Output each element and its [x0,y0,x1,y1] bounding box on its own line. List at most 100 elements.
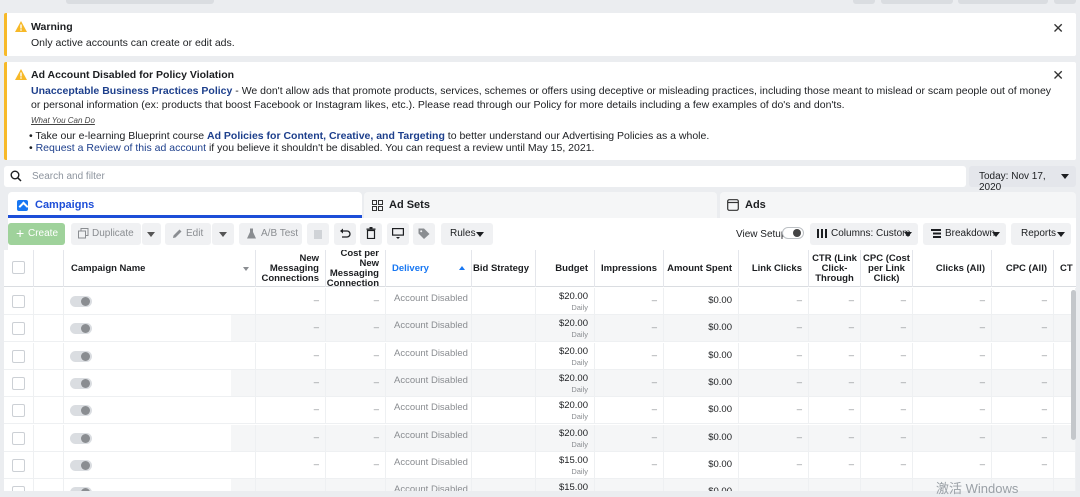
campaign-name-cell[interactable] [64,451,256,479]
row-checkbox[interactable] [12,431,25,445]
column-header-cost-new-messaging[interactable]: Cost per New Messaging Connection [326,250,386,289]
column-header-label: Cost per New Messaging Connection [326,250,379,289]
column-header-campaign-name[interactable]: Campaign Name [64,250,256,287]
metric-cell: – [861,479,913,491]
campaign-icon [17,200,28,211]
column-header-cpc-link[interactable]: CPC (Cost per Link Click) [861,250,913,287]
row-checkbox[interactable] [12,349,25,363]
view-setup-toggle[interactable] [782,227,804,239]
campaign-name-cell[interactable] [64,369,256,397]
edit-button[interactable]: Edit [165,223,211,245]
reports-button[interactable]: Reports [1011,223,1071,245]
amount-spent-cell: $0.00 [664,342,739,370]
column-header-delivery[interactable]: Delivery [386,250,472,287]
metric-cell: – [256,288,326,315]
row-checkbox[interactable] [12,404,25,418]
empty-value: – [373,458,379,470]
campaign-name-cell[interactable] [64,479,256,491]
vertical-scrollbar[interactable] [1071,290,1076,440]
duplicate-dropdown[interactable] [142,223,161,245]
trash-button[interactable] [360,223,382,245]
metric-cell: – [739,315,809,343]
edit-dropdown[interactable] [212,223,234,245]
budget-cell[interactable]: $20.00 Daily [536,315,595,343]
campaign-name-cell[interactable] [64,397,256,425]
table-row[interactable]: – – – – – – – – Account Disabled $20.00 Daily $0.00 [4,369,1076,397]
campaign-name-cell[interactable] [64,315,256,343]
top-tab-fragment[interactable] [66,0,214,4]
table-row[interactable]: – – – – – – – – Account Disabled $20.00 Daily $0.00 [4,315,1076,343]
ab-test-button[interactable]: A/B Test [239,223,302,245]
column-header-bid-strategy[interactable]: Bid Strategy [472,250,536,287]
column-header-ctr[interactable]: CTR (Link Click-Through [809,250,861,287]
campaign-name-cell[interactable] [64,424,256,452]
duplicate-button[interactable]: Duplicate [71,223,141,245]
close-icon[interactable]: ✕ [1052,21,1064,35]
close-icon[interactable]: ✕ [1052,68,1064,82]
table-row[interactable]: ––––––––Account Disabled$15.00Daily$0.00 [4,451,1076,479]
column-header-new-messaging[interactable]: New Messaging Connections [256,250,326,287]
campaign-name-cell[interactable] [64,288,256,315]
amount-spent-value: $0.00 [708,376,732,388]
empty-value: – [900,404,906,416]
row-checkbox[interactable] [12,295,25,308]
table-row[interactable]: – – – – – – – – Account Disabled $20.00 Daily $0.00 [4,397,1076,425]
metric-cell: – [595,315,664,343]
request-review-link[interactable]: Request a Review of this ad account [36,142,206,154]
date-range-button[interactable]: Today: Nov 17, 2020 [969,166,1076,193]
top-button-fragment[interactable] [1054,0,1076,4]
rules-button[interactable]: Rules [441,223,493,245]
column-header-budget[interactable]: Budget [536,250,595,287]
select-all-checkbox[interactable] [12,261,25,274]
empty-value: – [796,349,802,361]
column-header-truncated[interactable]: CT [1054,250,1076,287]
metric-cell: – [809,479,861,491]
table-row[interactable]: – – – – – – – – Account Disabled $20.00 Daily $0.00 [4,342,1076,370]
metric-cell: – [326,288,386,315]
metric-cell: – [256,451,326,479]
tab-adsets[interactable]: Ad Sets [364,192,717,218]
table-row[interactable]: – – – – – – – – Account Disabled $20.00 Daily $0.00 [4,288,1076,315]
column-header-impressions[interactable]: Impressions [595,250,664,287]
create-button[interactable]: + Create [8,223,65,245]
row-checkbox[interactable] [12,376,25,390]
budget-cell[interactable]: $20.00 Daily [536,397,595,425]
column-header-amount-spent[interactable]: Amount Spent [664,250,739,287]
search-bar[interactable]: Search and filter [4,166,966,187]
budget-type: Daily [571,412,588,422]
top-button-fragment[interactable] [881,0,953,4]
top-button-fragment[interactable] [958,0,1048,4]
budget-cell[interactable]: $20.00 Daily [536,369,595,397]
bid-strategy-cell [472,451,536,479]
tab-campaigns[interactable]: Campaigns [8,192,362,218]
breakdown-button[interactable]: Breakdown [923,223,1006,245]
empty-value: – [373,431,379,443]
budget-cell[interactable]: $20.00 Daily [536,288,595,315]
columns-button[interactable]: Columns: Custom [810,223,918,245]
column-header-clicks-all[interactable]: Clicks (All) [913,250,992,287]
table-row[interactable]: ––––––––Account Disabled$15.00Daily$0.00 [4,479,1076,491]
row-checkbox[interactable] [12,458,25,472]
warning-icon [15,69,27,80]
row-checkbox[interactable] [12,486,25,491]
preview-button[interactable] [387,223,409,245]
tab-ads[interactable]: Ads [720,192,1076,218]
table-row[interactable]: – – – – – – – – Account Disabled $20.00 Daily $0.00 [4,424,1076,452]
budget-cell[interactable]: $15.00Daily [536,451,595,479]
delete-button-disabled[interactable] [307,223,329,245]
budget-cell[interactable]: $20.00 Daily [536,424,595,452]
tag-icon [418,228,430,239]
empty-value: – [979,376,985,388]
budget-cell[interactable]: $20.00 Daily [536,342,595,370]
tag-button[interactable] [413,223,435,245]
column-header-cpc-all[interactable]: CPC (All) [992,250,1054,287]
undo-button[interactable] [334,223,356,245]
row-checkbox[interactable] [12,322,25,336]
campaign-name-cell[interactable] [64,342,256,370]
budget-cell[interactable]: $15.00Daily [536,479,595,491]
column-header-link-clicks[interactable]: Link Clicks [739,250,809,287]
policy-link[interactable]: Unacceptable Business Practices Policy [31,85,232,97]
top-button-fragment[interactable] [853,0,875,4]
chevron-down-icon [219,232,227,237]
search-input[interactable]: Search and filter [32,171,105,182]
